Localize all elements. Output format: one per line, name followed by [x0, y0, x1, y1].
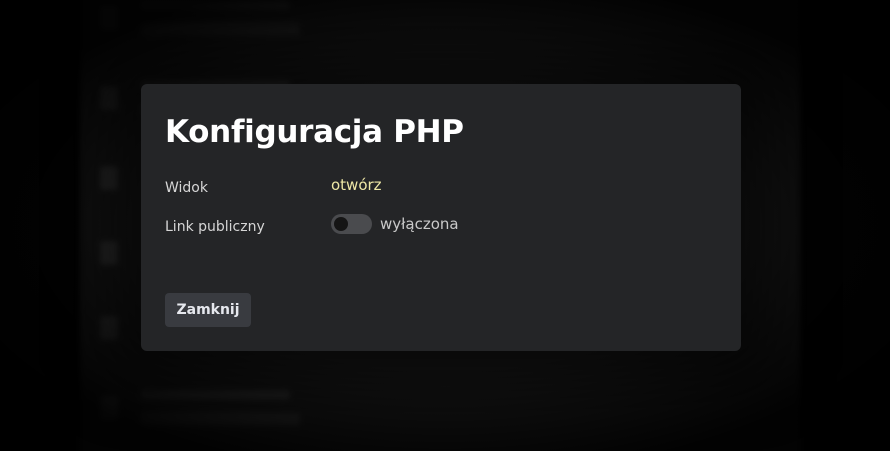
close-button[interactable]: Zamknij: [165, 293, 251, 327]
view-label: Widok: [165, 180, 208, 196]
background-item-title: [140, 390, 290, 400]
file-icon: [100, 396, 118, 420]
background-item-meta: [140, 22, 300, 36]
background-item-meta: [140, 412, 300, 426]
open-link[interactable]: otwórz: [331, 176, 382, 194]
public-link-label: Link publiczny: [165, 219, 265, 235]
toggle-knob: [334, 217, 348, 231]
file-icon: [100, 316, 118, 340]
public-link-status: wyłączona: [380, 215, 459, 233]
background-item-title: [140, 0, 290, 10]
public-link-toggle[interactable]: [331, 214, 372, 234]
file-icon: [100, 86, 118, 110]
file-icon: [100, 166, 118, 190]
screen: Konfiguracja PHP Widok otwórz Link publi…: [0, 0, 890, 451]
background-list-item: [100, 390, 700, 450]
file-icon: [100, 6, 118, 30]
php-config-dialog: Konfiguracja PHP Widok otwórz Link publi…: [141, 84, 741, 351]
background-list-item: [100, 0, 700, 60]
file-icon: [100, 241, 118, 265]
dialog-title: Konfiguracja PHP: [165, 114, 464, 150]
